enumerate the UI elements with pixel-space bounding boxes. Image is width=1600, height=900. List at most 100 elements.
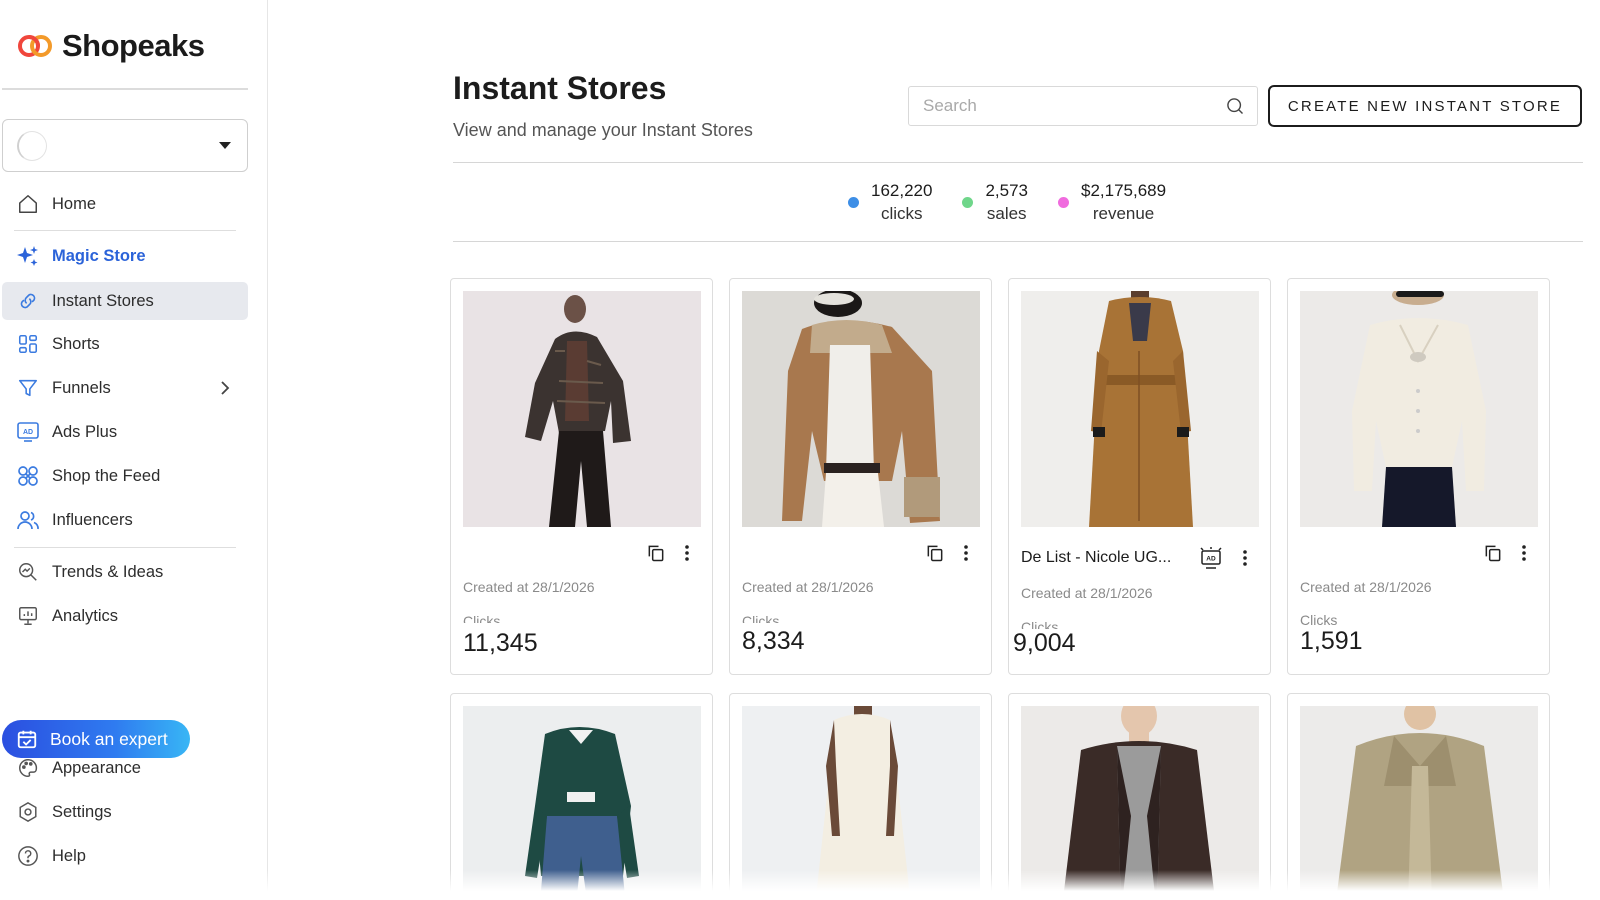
store-card[interactable]	[1287, 693, 1550, 900]
create-instant-store-button[interactable]: CREATE NEW INSTANT STORE	[1268, 85, 1582, 127]
clicks-dot	[848, 197, 859, 208]
card-clicks-label: Clicks	[1021, 619, 1059, 629]
stat-sales: 2,573 sales	[962, 181, 1028, 224]
sidebar-item-label: Analytics	[52, 606, 119, 625]
stat-label: sales	[986, 204, 1027, 223]
copy-icon[interactable]	[925, 543, 945, 563]
sidebar-item-label: Settings	[52, 802, 112, 821]
analytics-monitor-icon	[16, 604, 40, 628]
card-clicks-label: Clicks	[463, 613, 501, 623]
nav-divider	[14, 230, 236, 231]
store-card[interactable]: De List - Nicole UG... AD Created at 28/…	[1008, 278, 1271, 675]
store-card[interactable]	[729, 693, 992, 900]
card-actions: AD	[1198, 545, 1248, 571]
more-vertical-icon[interactable]	[1521, 544, 1527, 562]
more-vertical-icon[interactable]	[684, 544, 690, 562]
brand-name: Shopeaks	[62, 28, 205, 63]
users-icon	[16, 508, 40, 532]
sidebar-item-label: Appearance	[52, 758, 141, 777]
logo-divider	[2, 88, 248, 90]
sales-dot	[962, 197, 974, 208]
sidebar-item-home[interactable]: Home	[2, 185, 248, 223]
stat-value: 2,573	[985, 181, 1028, 200]
copy-icon[interactable]	[646, 543, 666, 563]
store-thumbnail[interactable]	[463, 291, 701, 527]
sidebar-item-settings[interactable]: Settings	[2, 793, 248, 831]
svg-text:AD: AD	[1206, 556, 1216, 563]
stat-value: 162,220	[871, 181, 933, 200]
sidebar-item-appearance[interactable]: Appearance	[2, 749, 248, 787]
copy-icon[interactable]	[1483, 543, 1503, 563]
ad-icon: AD	[16, 420, 40, 444]
card-created-date: Created at 28/1/2026	[742, 579, 874, 595]
sidebar-item-analytics[interactable]: Analytics	[2, 597, 248, 635]
store-card[interactable]	[1008, 693, 1271, 900]
account-selector[interactable]	[2, 119, 248, 172]
ad-badge-icon[interactable]: AD	[1198, 545, 1224, 571]
card-clicks-label: Clicks	[742, 613, 780, 623]
sidebar-item-shorts[interactable]: Shorts	[2, 325, 248, 363]
sparkle-icon	[16, 244, 40, 268]
book-expert-label: Book an expert	[50, 728, 168, 749]
card-store-name[interactable]: De List - Nicole UG...	[1021, 549, 1171, 567]
trends-search-icon	[16, 560, 40, 584]
nav-divider	[14, 547, 236, 548]
main-content: Instant Stores View and manage your Inst…	[268, 0, 1600, 900]
feed-icon	[16, 464, 40, 488]
stat-label: revenue	[1092, 204, 1155, 223]
bottom-fade	[0, 870, 1600, 900]
sidebar-item-label: Help	[52, 846, 86, 865]
settings-icon	[16, 800, 40, 824]
account-avatar	[17, 130, 47, 161]
sidebar-item-label: Shop the Feed	[52, 466, 161, 485]
sidebar-item-label: Influencers	[52, 510, 133, 529]
brand-logo[interactable]: Shopeaks	[16, 28, 205, 64]
stat-label: clicks	[880, 204, 923, 223]
stat-value: $2,175,689	[1081, 181, 1167, 200]
search-icon[interactable]	[1225, 96, 1245, 116]
card-clicks-value: 9,004	[1013, 629, 1076, 657]
stats-divider	[453, 241, 1583, 242]
card-created-date: Created at 28/1/2026	[1021, 585, 1153, 601]
header-divider	[453, 162, 1583, 163]
card-clicks-value: 8,334	[742, 627, 805, 655]
search-input[interactable]	[923, 96, 1225, 116]
page-title: Instant Stores	[453, 70, 667, 106]
help-icon	[16, 844, 40, 868]
store-card[interactable]	[450, 693, 713, 900]
sidebar-item-label: Home	[52, 194, 97, 213]
sidebar-item-magic-store[interactable]: Magic Store	[2, 237, 248, 275]
sidebar-item-trends-ideas[interactable]: Trends & Ideas	[2, 553, 248, 591]
sidebar-item-label: Trends & Ideas	[52, 562, 164, 581]
sidebar-item-shop-the-feed[interactable]: Shop the Feed	[2, 457, 248, 495]
calendar-check-icon	[16, 728, 38, 750]
link-icon	[16, 289, 40, 313]
sidebar-item-funnels[interactable]: Funnels	[2, 369, 248, 407]
stat-clicks: 162,220 clicks	[848, 181, 932, 224]
grid-icon	[16, 332, 40, 356]
more-vertical-icon[interactable]	[1242, 549, 1248, 567]
home-icon	[16, 192, 40, 216]
card-actions	[646, 543, 690, 563]
sidebar-item-instant-stores[interactable]: Instant Stores	[2, 282, 248, 320]
card-actions	[925, 543, 969, 563]
sidebar-item-label: Ads Plus	[52, 422, 118, 441]
search-box	[908, 86, 1258, 126]
sidebar-item-influencers[interactable]: Influencers	[2, 501, 248, 539]
store-card[interactable]: Created at 28/1/2026 Clicks 8,334	[729, 278, 992, 675]
sidebar-item-label: Instant Stores	[52, 291, 154, 310]
shopeaks-logo-icon	[18, 35, 52, 57]
revenue-dot	[1058, 197, 1069, 208]
store-thumbnail[interactable]	[1021, 291, 1259, 527]
funnel-icon	[16, 376, 40, 400]
card-created-date: Created at 28/1/2026	[1300, 579, 1432, 595]
store-thumbnail[interactable]	[1300, 291, 1538, 527]
store-card[interactable]: Created at 28/1/2026 Clicks 11,345	[450, 278, 713, 675]
sidebar-item-ads-plus[interactable]: AD Ads Plus	[2, 413, 248, 451]
store-thumbnail[interactable]	[742, 291, 980, 527]
card-actions	[1483, 543, 1527, 563]
sidebar-item-label: Funnels	[52, 378, 111, 397]
card-clicks-value: 1,591	[1300, 627, 1363, 655]
more-vertical-icon[interactable]	[963, 544, 969, 562]
store-card[interactable]: Created at 28/1/2026 Clicks 1,591	[1287, 278, 1550, 675]
